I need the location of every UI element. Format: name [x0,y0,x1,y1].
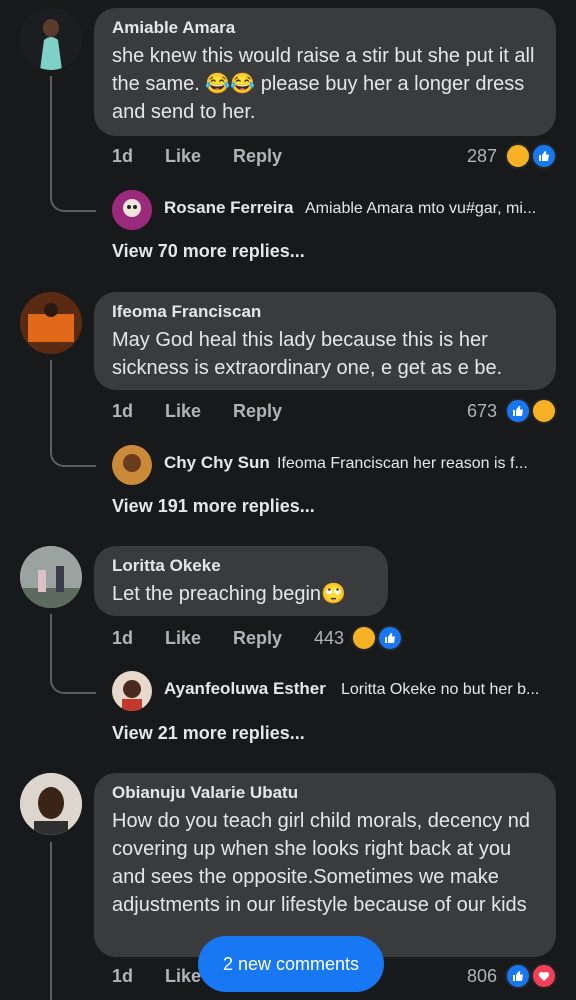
view-more-replies[interactable]: View 70 more replies... [112,241,305,262]
reply-text: Loritta Okeke no but her b... [341,681,540,698]
comment-text: she knew this would raise a stir but she… [112,45,535,123]
avatar[interactable] [20,773,82,835]
comment-bubble[interactable]: Loritta Okeke Let the preaching begin🙄 [94,546,388,616]
reaction-count[interactable]: 673 [467,401,497,422]
love-icon[interactable] [531,963,557,989]
reaction-count[interactable]: 806 [467,966,497,987]
reply-button[interactable]: Reply [233,146,282,167]
reply-preview[interactable]: Ayanfeoluwa Esther Loritta Okeke no but … [112,671,562,711]
thread-connector [50,186,96,212]
reply-button[interactable]: Reply [233,628,282,649]
avatar[interactable] [112,445,152,485]
comment-time[interactable]: 1d [112,966,133,987]
comment-time[interactable]: 1d [112,401,133,422]
like-button[interactable]: Like [165,628,201,649]
comment-author[interactable]: Loritta Okeke [112,556,370,576]
view-more-replies[interactable]: View 191 more replies... [112,496,315,517]
comment-author[interactable]: Obianuju Valarie Ubatu [112,783,538,803]
like-icon[interactable] [531,143,557,169]
reaction-count[interactable]: 443 [314,628,344,649]
comment-bubble[interactable]: Amiable Amara she knew this would raise … [94,8,556,136]
avatar[interactable] [20,292,82,354]
like-button[interactable]: Like [165,401,201,422]
reply-text: Amiable Amara mto vu#gar, mi... [305,200,537,217]
comment-author[interactable]: Amiable Amara [112,18,538,38]
thread-line [50,614,52,668]
like-icon[interactable] [377,625,403,651]
comment-author[interactable]: Ifeoma Franciscan [112,302,538,322]
avatar[interactable] [112,671,152,711]
avatar[interactable] [112,190,152,230]
comment-actions: 1d Like Reply 443 [112,625,412,654]
reply-author[interactable]: Ayanfeoluwa Esther [164,679,326,699]
comment-time[interactable]: 1d [112,628,133,649]
thread-connector [50,668,96,694]
comment-text: May God heal this lady because this is h… [112,329,503,379]
comment-actions: 1d Like Reply 673 [112,398,562,427]
reply-preview[interactable]: Chy Chy Sun Ifeoma Franciscan her reason… [112,445,562,485]
reply-author[interactable]: Rosane Ferreira [164,198,293,218]
like-button[interactable]: Like [165,146,201,167]
new-comments-button[interactable]: 2 new comments [198,936,384,992]
thread-line [50,76,52,186]
thread-line [50,360,52,441]
like-icon[interactable] [505,963,531,989]
reply-text: Ifeoma Franciscan her reason is f... [277,455,528,472]
thread-line [50,842,52,1000]
avatar[interactable] [20,546,82,608]
comment-text: Let the preaching begin🙄 [112,583,346,605]
comment-bubble[interactable]: Ifeoma Franciscan May God heal this lady… [94,292,556,390]
reply-button[interactable]: Reply [233,401,282,422]
comment-text: How do you teach girl child morals, dece… [112,810,530,916]
like-button[interactable]: Like [165,966,201,987]
like-icon[interactable] [505,398,531,424]
thread-connector [50,441,96,467]
haha-icon[interactable] [351,625,377,651]
comment-bubble[interactable]: Obianuju Valarie Ubatu How do you teach … [94,773,556,957]
comment-time[interactable]: 1d [112,146,133,167]
reply-author[interactable]: Chy Chy Sun [164,453,270,473]
haha-icon[interactable] [505,143,531,169]
haha-icon[interactable] [531,398,557,424]
reaction-count[interactable]: 287 [467,146,497,167]
comment-actions: 1d Like Reply 287 [112,143,562,172]
avatar[interactable] [20,8,82,70]
reply-preview[interactable]: Rosane Ferreira Amiable Amara mto vu#gar… [112,190,562,230]
view-more-replies[interactable]: View 21 more replies... [112,723,305,744]
